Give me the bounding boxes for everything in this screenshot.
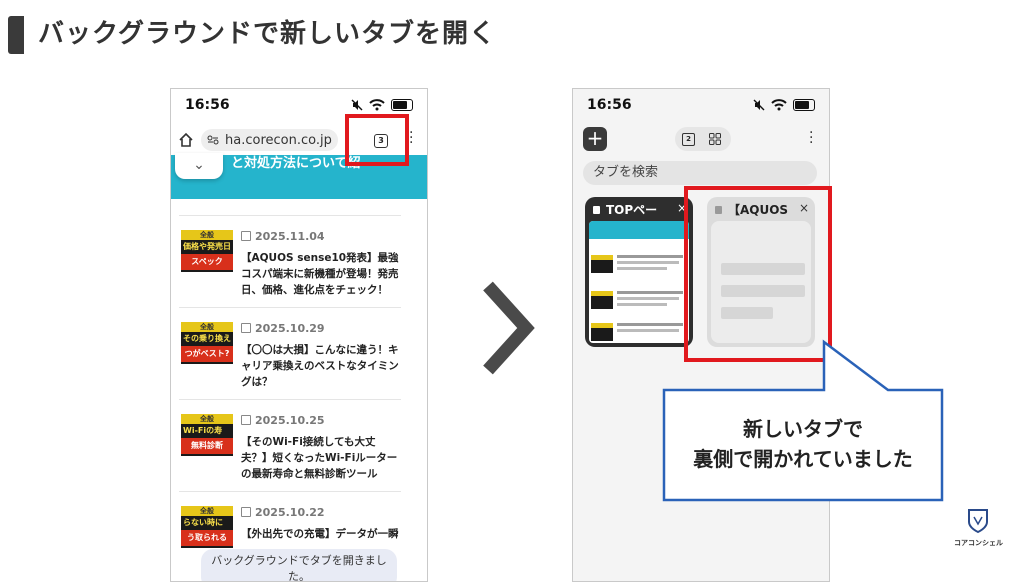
article-headline[interactable]: 【〇〇は大損】こんなに違う！キャリア乗換えのベストなタイミングは？	[241, 342, 401, 390]
page-title: バックグラウンドで新しいタブを開く	[38, 19, 496, 49]
article-date: 2025.10.22	[241, 506, 325, 519]
tab-count-icon[interactable]: 2	[682, 133, 695, 146]
article-thumbnail: 全般 その乗り換え つがベスト?	[181, 322, 233, 364]
status-time: 16:56	[185, 97, 230, 113]
thumb-category: 全般	[181, 506, 233, 516]
list-item[interactable]: 全般 価格や発売日 スペック 2025.11.04 【AQUOS sense10…	[179, 215, 401, 308]
tab-groups-icon[interactable]	[709, 133, 721, 145]
article-date: 2025.10.29	[241, 322, 325, 335]
calendar-icon	[241, 323, 251, 333]
wifi-icon	[771, 99, 787, 111]
thumb-category: 全般	[181, 414, 233, 424]
callout-line-1: 新しいタブで	[743, 417, 863, 441]
tab-search-input[interactable]: タブを検索	[583, 161, 817, 185]
thumb-title: その乗り換え	[183, 334, 231, 343]
mute-icon	[351, 99, 363, 111]
site-settings-icon[interactable]	[207, 135, 219, 145]
thumb-title: らない時に	[183, 518, 223, 527]
article-date: 2025.11.04	[241, 230, 325, 243]
battery-icon	[391, 99, 413, 111]
article-thumbnail: 全般 らない時に う取られる	[181, 506, 233, 548]
tab-title: TOPペー	[593, 201, 657, 218]
article-headline[interactable]: 【AQUOS sense10発表】最強コスパ端末に新機種が登場！発売日、価格、進…	[241, 250, 401, 298]
article-headline[interactable]: 【そのWi-Fi接続しても大丈夫？】短くなったWi-Fiルーターの最新寿命と無料…	[241, 434, 401, 482]
wifi-icon	[369, 99, 385, 111]
thumb-category: 全般	[181, 322, 233, 332]
calendar-icon	[241, 415, 251, 425]
preview-row	[591, 319, 687, 343]
chevron-right-icon	[483, 281, 535, 375]
status-icons	[351, 99, 413, 111]
highlight-tab-button	[345, 114, 409, 166]
article-thumbnail: 全般 価格や発売日 スペック	[181, 230, 233, 272]
thumb-subtitle: つがベスト?	[181, 346, 233, 362]
list-item[interactable]: 全般 Wi-Fiの寿 無料診断 2025.10.25 【そのWi-Fi接続しても…	[179, 399, 401, 492]
article-date-text: 2025.10.29	[255, 322, 325, 335]
mute-icon	[753, 99, 765, 111]
shield-icon	[968, 509, 988, 534]
highlight-new-tab	[684, 186, 832, 362]
url-field[interactable]: ha.corecon.co.jp	[201, 129, 338, 151]
tab-card-top-page[interactable]: TOPペー ×	[585, 197, 693, 347]
list-item[interactable]: 全般 その乗り換え つがベスト? 2025.10.29 【〇〇は大損】こんなに違…	[179, 307, 401, 400]
article-headline[interactable]: 【外出先での充電】データが一瞬	[241, 526, 401, 542]
home-icon[interactable]	[177, 131, 195, 149]
tab-view-toggle[interactable]: 2	[675, 127, 731, 151]
article-date-text: 2025.10.22	[255, 506, 325, 519]
collapse-chevron-icon[interactable]: ⌄	[175, 153, 223, 179]
more-menu-icon[interactable]: · · ·	[809, 126, 813, 150]
tab-preview	[589, 221, 689, 343]
title-accent-bar	[8, 16, 24, 54]
article-date-text: 2025.10.25	[255, 414, 325, 427]
article-date-text: 2025.11.04	[255, 230, 325, 243]
new-tab-button[interactable]: +	[583, 127, 607, 151]
thumb-subtitle: う取られる	[181, 530, 233, 546]
preview-row	[591, 287, 687, 317]
url-text: ha.corecon.co.jp	[225, 132, 332, 148]
thumb-subtitle: スペック	[181, 254, 233, 270]
callout-line-2: 裏側で開かれていました	[693, 447, 913, 471]
brand-name: コアコンシェル	[954, 539, 1003, 547]
favicon-icon	[593, 206, 600, 214]
article-date: 2025.10.25	[241, 414, 325, 427]
calendar-icon	[241, 231, 251, 241]
battery-icon	[793, 99, 815, 111]
callout-text: 新しいタブで 裏側で開かれていました	[664, 414, 942, 474]
preview-banner	[589, 221, 689, 239]
thumb-category: 全般	[181, 230, 233, 240]
status-icons	[753, 99, 815, 111]
thumb-title: Wi-Fiの寿	[183, 426, 223, 435]
calendar-icon	[241, 507, 251, 517]
background-tab-toast: バックグラウンドでタブを開きました。	[201, 549, 397, 581]
tab-title-text: TOPペー	[606, 203, 658, 217]
thumb-title: 価格や発売日	[183, 242, 231, 251]
thumb-subtitle: 無料診断	[181, 438, 233, 454]
preview-row	[591, 251, 687, 281]
status-time: 16:56	[587, 97, 632, 113]
more-menu-icon[interactable]: · · ·	[409, 126, 413, 150]
brand-logo: コアコンシェル	[954, 508, 1003, 548]
article-thumbnail: 全般 Wi-Fiの寿 無料診断	[181, 414, 233, 456]
